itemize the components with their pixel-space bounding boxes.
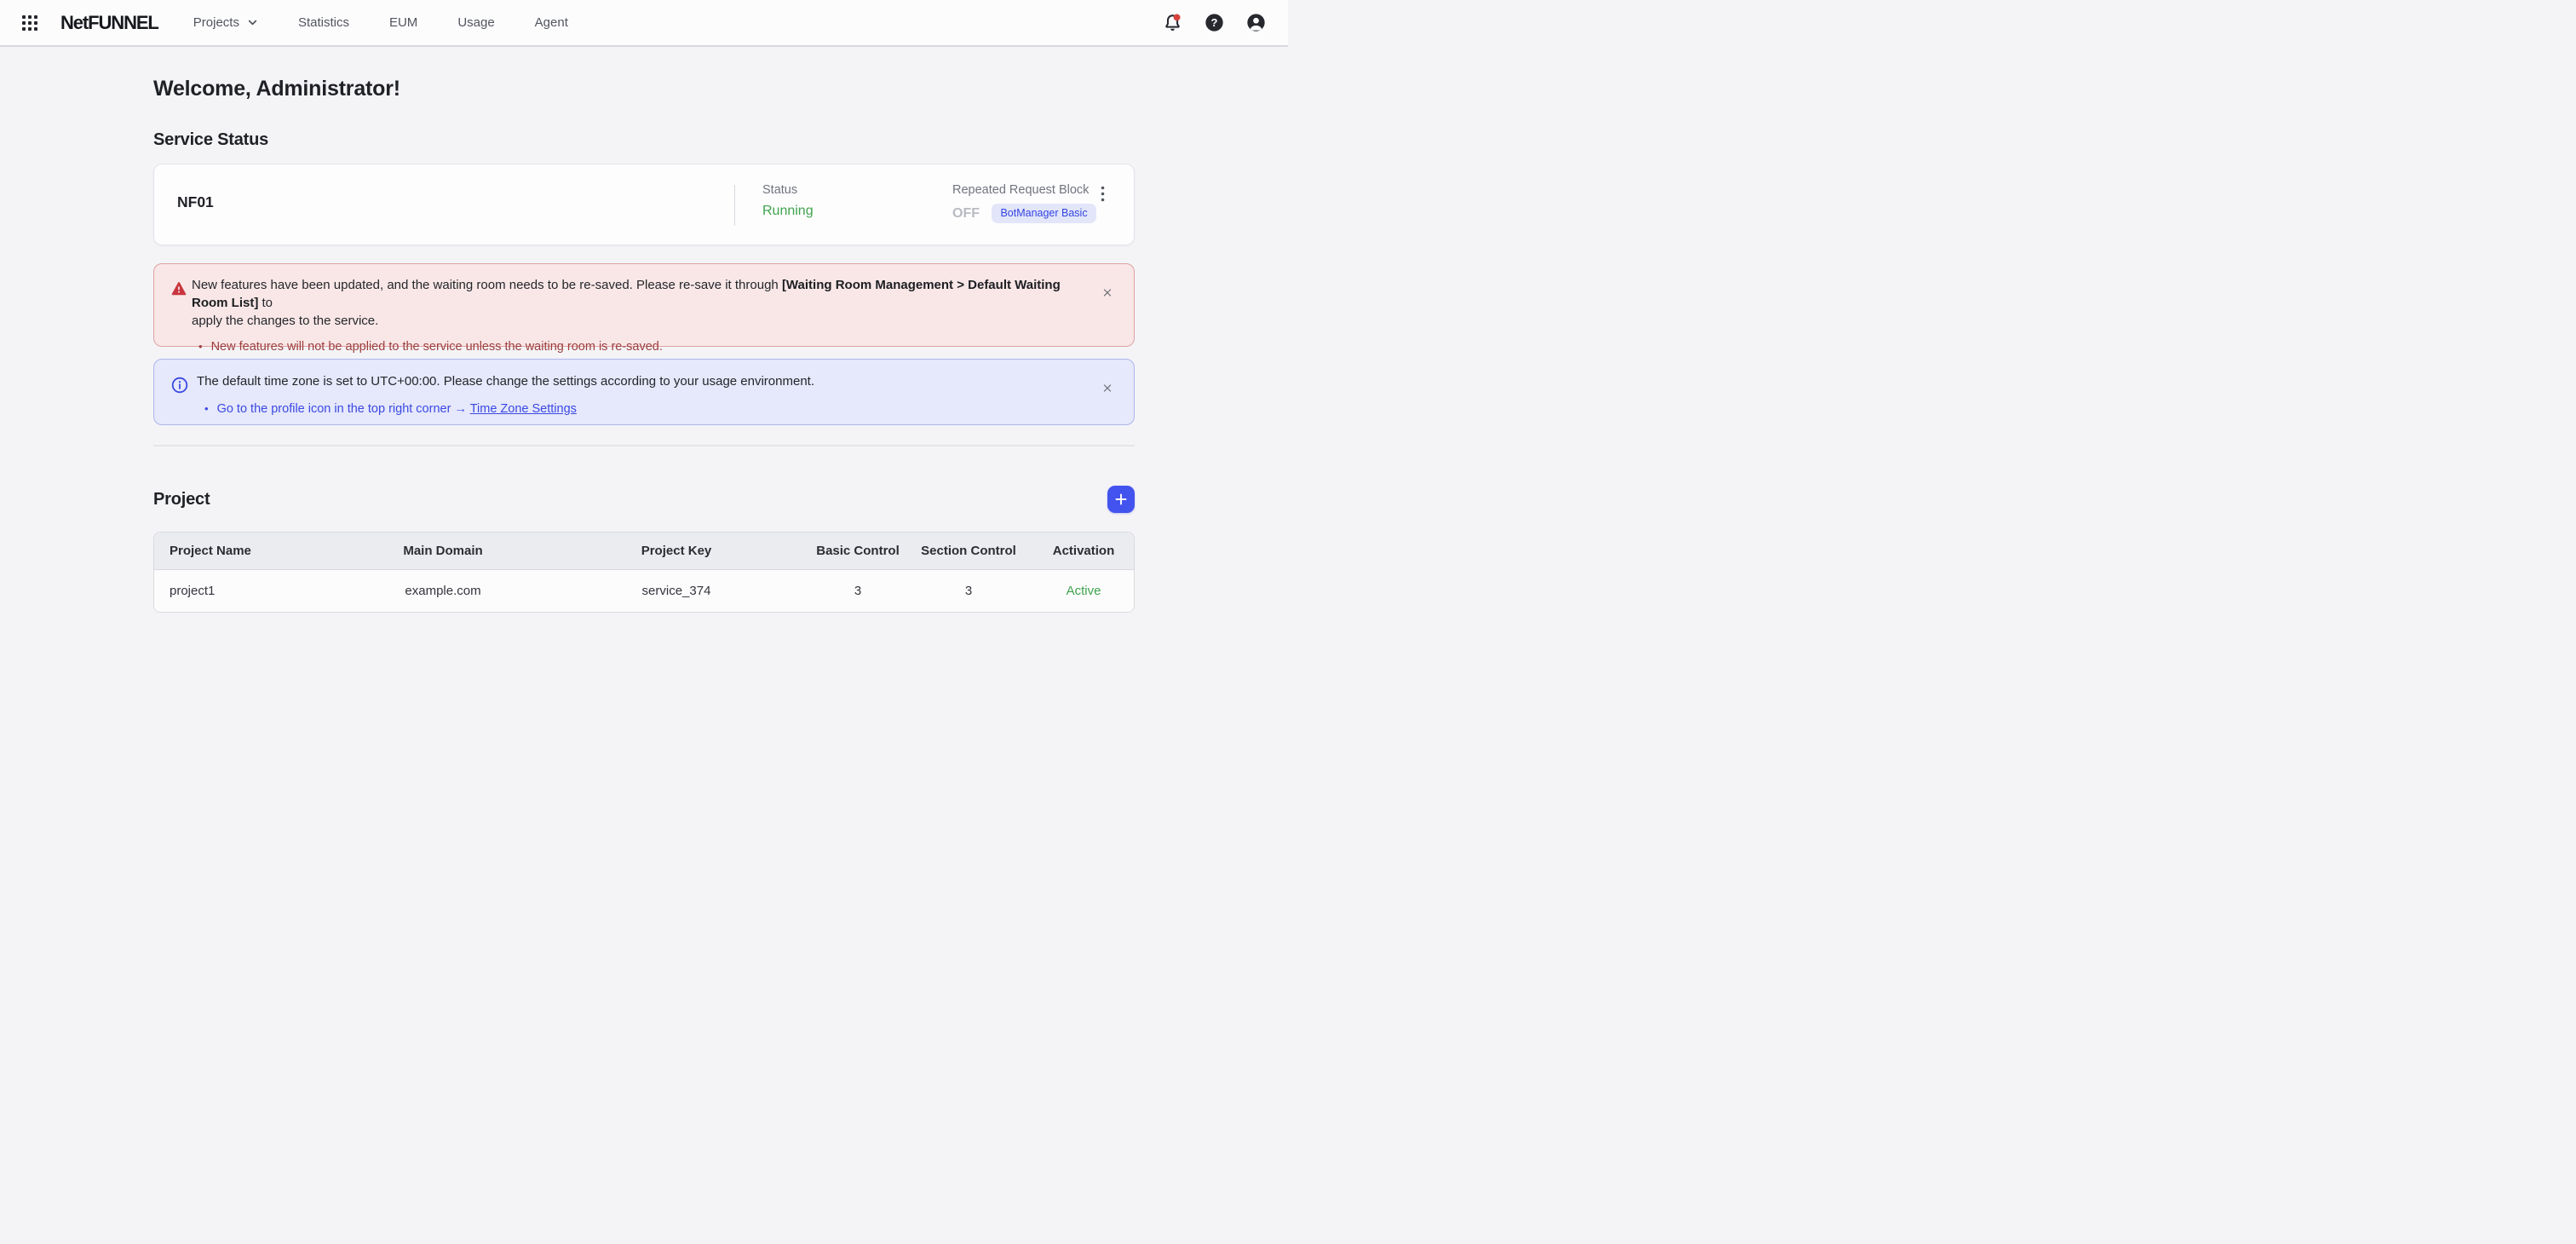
- info-alert-bullet: • Go to the profile icon in the top righ…: [197, 400, 1083, 418]
- cell-project-key: service_374: [543, 584, 810, 598]
- cell-basic-control: 3: [810, 584, 906, 598]
- repeated-request-block-field: Repeated Request Block OFF BotManager Ba…: [952, 183, 1096, 223]
- warning-close-icon[interactable]: [1098, 283, 1117, 302]
- info-bullet-text: Go to the profile icon in the top right …: [217, 400, 577, 418]
- help-glyph: ?: [1205, 13, 1224, 32]
- warning-alert: New features have been updated, and the …: [153, 263, 1135, 347]
- info-circle-icon: [171, 377, 188, 398]
- status-value: Running: [762, 204, 814, 219]
- help-icon[interactable]: ?: [1205, 13, 1224, 32]
- project-table: Project Name Main Domain Project Key Bas…: [153, 532, 1135, 613]
- profile-glyph: [1246, 13, 1266, 32]
- nav-menu: Projects Statistics EUM Usage Agent: [193, 15, 568, 30]
- service-status-card: NF01 Status Running Repeated Request Blo…: [153, 164, 1135, 245]
- section-divider: [153, 445, 1135, 446]
- top-nav: NetFUNNEL Projects Statistics EUM Usage …: [0, 0, 1288, 47]
- close-glyph: [1103, 382, 1112, 395]
- notification-dot: [1174, 14, 1181, 20]
- info-alert: The default time zone is set to UTC+00:0…: [153, 359, 1135, 425]
- col-main-domain: Main Domain: [343, 544, 543, 558]
- main-content: Welcome, Administrator! Service Status N…: [153, 77, 1135, 613]
- info-bullet-prefix: Go to the profile icon in the top right …: [217, 402, 470, 416]
- nav-item-agent[interactable]: Agent: [535, 15, 568, 30]
- botmanager-badge: BotManager Basic: [992, 204, 1095, 223]
- kebab-glyph: [1101, 186, 1105, 203]
- close-glyph: [1103, 286, 1112, 299]
- apps-grid-glyph: [22, 15, 37, 31]
- apps-grid-icon[interactable]: [22, 15, 37, 31]
- col-project-name: Project Name: [154, 544, 343, 558]
- warning-text-after: to: [258, 296, 273, 310]
- warning-alert-bullet: • New features will not be applied to th…: [192, 338, 1083, 355]
- netfunnel-logo[interactable]: NetFUNNEL: [60, 12, 158, 34]
- bell-icon[interactable]: [1163, 13, 1182, 32]
- nav-item-eum[interactable]: EUM: [389, 15, 417, 30]
- col-section-control: Section Control: [906, 544, 1032, 558]
- status-field: Status Running: [762, 183, 814, 219]
- bell-glyph: [1163, 13, 1182, 32]
- cell-main-domain: example.com: [343, 584, 543, 598]
- nav-item-agent-label: Agent: [535, 15, 568, 30]
- nav-item-statistics-label: Statistics: [298, 15, 349, 30]
- bullet-icon: •: [204, 400, 209, 418]
- col-activation: Activation: [1032, 544, 1135, 558]
- service-name: NF01: [177, 193, 214, 211]
- chevron-down-icon: [247, 17, 258, 28]
- project-table-header: Project Name Main Domain Project Key Bas…: [154, 533, 1134, 570]
- status-label: Status: [762, 183, 814, 197]
- service-status-title: Service Status: [153, 130, 1135, 150]
- warning-alert-text-line1: New features have been updated, and the …: [192, 276, 1083, 312]
- cell-activation-status: Active: [1032, 584, 1135, 598]
- add-project-button[interactable]: [1107, 486, 1135, 513]
- cell-section-control: 3: [906, 584, 1032, 598]
- project-title: Project: [153, 490, 210, 510]
- warning-bullet-text: New features will not be applied to the …: [211, 338, 663, 355]
- table-row[interactable]: project1 example.com service_374 3 3 Act…: [154, 570, 1134, 612]
- nav-item-eum-label: EUM: [389, 15, 417, 30]
- card-menu-kebab-icon[interactable]: [1095, 185, 1110, 204]
- plus-icon: [1114, 492, 1128, 506]
- profile-avatar-icon[interactable]: [1246, 13, 1266, 32]
- nav-item-usage-label: Usage: [457, 15, 494, 30]
- info-alert-text: The default time zone is set to UTC+00:0…: [197, 372, 1083, 390]
- nav-item-statistics[interactable]: Statistics: [298, 15, 349, 30]
- col-project-key: Project Key: [543, 544, 810, 558]
- col-basic-control: Basic Control: [810, 544, 906, 558]
- warning-alert-text-line2: apply the changes to the service.: [192, 312, 1083, 330]
- warning-triangle-icon: [171, 281, 187, 301]
- project-section-header: Project: [153, 486, 1135, 513]
- nav-item-projects-label: Projects: [193, 15, 239, 30]
- nav-right-icons: ?: [1163, 13, 1266, 32]
- card-divider: [734, 185, 735, 226]
- time-zone-settings-link[interactable]: Time Zone Settings: [470, 402, 577, 416]
- cell-project-name: project1: [154, 584, 343, 598]
- nav-item-usage[interactable]: Usage: [457, 15, 494, 30]
- repeated-request-block-value: OFF: [952, 206, 980, 222]
- page-title: Welcome, Administrator!: [153, 77, 1135, 101]
- repeated-request-block-label: Repeated Request Block: [952, 183, 1096, 197]
- warning-text-before: New features have been updated, and the …: [192, 278, 782, 292]
- bullet-icon: •: [198, 338, 203, 355]
- nav-item-projects[interactable]: Projects: [193, 15, 258, 30]
- info-close-icon[interactable]: [1098, 378, 1117, 397]
- svg-text:?: ?: [1211, 16, 1218, 29]
